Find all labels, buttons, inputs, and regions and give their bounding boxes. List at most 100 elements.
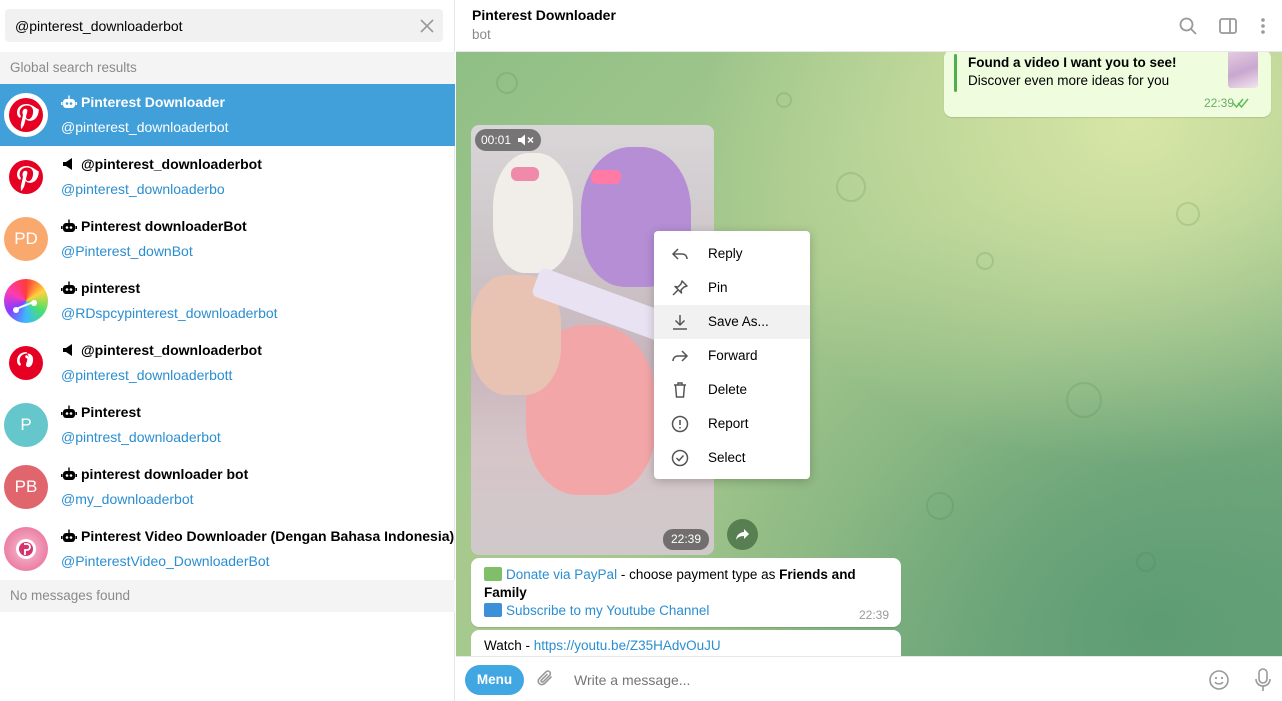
message-time: 22:39 [859,608,890,622]
money-emoji-icon [484,567,502,581]
result-username: @pinterest_downloaderbo [61,181,225,197]
result-username: @Pinterest_downBot [61,243,193,259]
microphone-icon[interactable] [1253,667,1273,693]
search-result-pinterest-downloader-bot[interactable]: PB pinterest downloader bot @my_download… [0,456,455,518]
bot-icon [61,405,77,418]
menu-item-pin[interactable]: Pin [654,271,810,305]
close-icon[interactable] [417,16,437,36]
bot-menu-button[interactable]: Menu [465,665,524,695]
menu-item-label: Forward [708,348,758,363]
chat-header[interactable]: Pinterest Downloader bot [456,0,1282,52]
pinterest-logo-icon [9,346,43,380]
menu-item-label: Report [708,416,749,431]
menu-item-label: Delete [708,382,748,397]
result-title-text: pinterest downloader bot [81,466,249,482]
search-box [5,9,443,42]
bot-icon [61,95,77,108]
avatar [4,279,48,323]
link-preview-thumbnail[interactable] [1228,52,1258,88]
message-bubble-outgoing[interactable]: Found a video I want you to see! Discove… [944,52,1271,117]
search-result-pinterest-downloader[interactable]: Pinterest Downloader @pinterest_download… [0,84,455,146]
donate-text: - choose payment type as [617,567,780,582]
chat-status: bot [472,27,491,42]
menu-item-label: Select [708,450,746,465]
search-result-channel-1[interactable]: @pinterest_downloaderbot @pinterest_down… [0,146,455,208]
result-title-text: @pinterest_downloaderbot [81,342,262,358]
result-title: pinterest [61,280,140,296]
video-frame-bow [511,167,539,181]
donate-line: Donate via PayPal - choose payment type … [484,566,884,602]
avatar: P [4,403,48,447]
message-time: 22:39 [663,529,710,550]
watch-prefix: Watch - [484,638,534,653]
search-result-pinterest[interactable]: pinterest @RDspcypinterest_downloaderbot [0,270,455,332]
no-messages-header: No messages found [0,580,455,612]
result-title: Pinterest Video Downloader (Dengan Bahas… [61,528,454,544]
check-circle-icon [671,449,689,467]
search-icon[interactable] [1176,14,1200,38]
menu-item-select[interactable]: Select [654,441,810,475]
menu-item-label: Save As... [708,314,769,329]
chat-title[interactable]: Pinterest Downloader [472,7,616,23]
avatar [4,93,48,137]
link-preview-title[interactable]: Found a video I want you to see! [968,55,1177,70]
video-duration: 00:01 [481,133,512,147]
avatar: PD [4,217,48,261]
youtube-line: Subscribe to my Youtube Channel [484,602,709,620]
result-username: @PinterestVideo_DownloaderBot [61,553,270,569]
pinterest-logo-icon [9,160,43,194]
search-result-pinterest-downloaderbot[interactable]: PD Pinterest downloaderBot @Pinterest_do… [0,208,455,270]
search-result-pinterest-p[interactable]: P Pinterest @pintrest_downloaderbot [0,394,455,456]
pin-icon [672,280,688,296]
menu-item-delete[interactable]: Delete [654,373,810,407]
result-title: Pinterest [61,404,141,420]
menu-item-report[interactable]: Report [654,407,810,441]
result-title: Pinterest Downloader [61,94,225,110]
donate-paypal-link[interactable]: Donate via PayPal [506,567,617,582]
menu-item-forward[interactable]: Forward [654,339,810,373]
result-title-text: Pinterest [81,404,141,420]
channel-icon [63,158,72,170]
youtube-link[interactable]: https://youtu.be/Z35HAdvOuJU [534,638,721,653]
search-result-pinterest-video-downloader[interactable]: Pinterest Video Downloader (Dengan Bahas… [0,518,455,580]
avatar: PB [4,465,48,509]
trash-icon [674,382,686,398]
search-result-channel-2[interactable]: @pinterest_downloaderbot @pinterest_down… [0,332,455,394]
mute-icon[interactable] [517,133,535,147]
global-search-header: Global search results [0,52,455,84]
emoji-icon[interactable] [1207,668,1231,692]
result-title-text: Pinterest downloaderBot [81,218,247,234]
result-title: @pinterest_downloaderbot [61,156,262,172]
search-results: Pinterest Downloader @pinterest_download… [0,84,455,580]
more-vertical-icon[interactable] [1251,14,1275,38]
message-time: 22:39 [1204,96,1235,110]
chat-background: Found a video I want you to see! Discove… [456,52,1282,656]
watch-line: Watch - https://youtu.be/Z35HAdvOuJU [484,638,721,653]
menu-item-reply[interactable]: Reply [654,237,810,271]
result-username: @pinterest_downloaderbott [61,367,233,383]
channel-icon [63,344,72,356]
result-title-text: pinterest [81,280,141,296]
music-notes-icon [13,300,37,313]
message-bubble-incoming[interactable]: Donate via PayPal - choose payment type … [471,558,901,627]
message-bubble-incoming[interactable]: Watch - https://youtu.be/Z35HAdvOuJU [471,630,901,656]
menu-item-save-as[interactable]: Save As... [654,305,810,339]
attach-icon[interactable] [535,668,557,690]
message-input[interactable] [574,665,1194,695]
download-icon [673,315,687,330]
result-username: @pinterest_downloaderbot [61,119,229,135]
menu-item-label: Reply [708,246,743,261]
context-menu: Reply Pin Save As... Forward Delete Repo… [654,231,810,479]
preview-accent-bar [954,54,957,92]
share-forward-icon[interactable] [727,519,758,550]
subscribe-youtube-link[interactable]: Subscribe to my Youtube Channel [506,603,709,618]
result-username: @RDspcypinterest_downloaderbot [61,305,278,321]
reply-icon [671,248,688,260]
search-input[interactable] [5,9,405,42]
forward-icon [672,350,689,362]
video-duration-badge: 00:01 [475,129,542,151]
sidebar-toggle-icon[interactable] [1216,14,1240,38]
result-title: pinterest downloader bot [61,466,248,482]
pinterest-logo-icon [16,539,36,559]
pinterest-logo-icon [5,94,47,136]
